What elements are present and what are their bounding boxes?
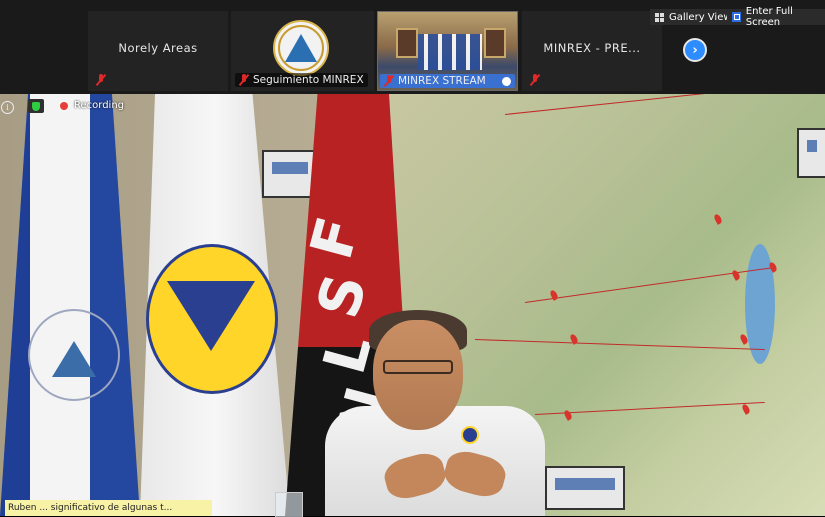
recording-label: Recording [74,100,125,111]
chevron-right-icon: › [692,42,698,58]
sinapred-logo-icon [146,244,278,394]
speaker-head [373,320,463,430]
participant-strip: Norely Areas Seguimiento MINREX MINREX S… [0,0,825,94]
map-legend-frame [545,466,625,510]
status-icon [502,76,511,86]
fullscreen-icon [732,12,741,22]
participant-tile-minrex-pre[interactable]: MINREX - PRE... [522,11,662,91]
nicaragua-seal-icon [273,20,329,76]
participant-tile-minrex-stream[interactable]: MINREX STREAM [377,11,518,91]
info-icon[interactable]: i [1,101,14,114]
nicaragua-emblem-icon [28,309,120,401]
participant-label: MINREX STREAM [380,74,515,88]
next-page-button[interactable]: › [683,38,707,62]
speaker-person [325,310,545,516]
mic-off-icon [530,74,540,86]
shield-icon[interactable] [28,99,44,113]
portrait-frame [396,28,418,58]
participant-name: MINREX STREAM [398,75,486,87]
map-route [505,94,705,115]
gallery-view-button[interactable]: Gallery View [650,9,737,25]
participant-name: Norely Areas [118,41,198,55]
recording-dot-icon [60,101,68,110]
gallery-view-label: Gallery View [669,11,732,23]
mic-off-icon [384,75,394,87]
participant-name: MINREX - PRE... [543,41,641,55]
grid-icon [655,12,664,22]
map-legend-frame [797,128,825,178]
flags-thumbnail [418,34,482,70]
map-marker [740,403,752,415]
caption-bar: Ruben ... significativo de algunas t... [5,500,212,516]
speaker-glasses [383,360,453,374]
wall-frame [262,150,318,198]
participant-name: Seguimiento MINREX [253,74,364,86]
shirt-logo-icon [461,426,479,444]
water-glass [275,492,303,517]
enter-fullscreen-button[interactable]: Enter Full Screen [727,6,825,28]
participant-label [526,73,544,87]
map-marker [562,409,574,421]
portrait-frame [484,28,506,58]
mic-off-icon [96,74,106,86]
participant-label: Seguimiento MINREX [235,73,368,87]
participant-tile-seguimiento-minrex[interactable]: Seguimiento MINREX [231,11,374,91]
flag-letter: F [296,210,373,266]
participant-label [92,73,110,87]
map-marker [712,213,724,225]
participant-tile-norely-areas[interactable]: Norely Areas [88,11,228,91]
active-speaker-video[interactable]: F S L N [0,94,825,516]
mic-off-icon [239,74,249,86]
fullscreen-label: Enter Full Screen [745,6,793,28]
recording-indicator[interactable]: Recording [60,100,124,111]
